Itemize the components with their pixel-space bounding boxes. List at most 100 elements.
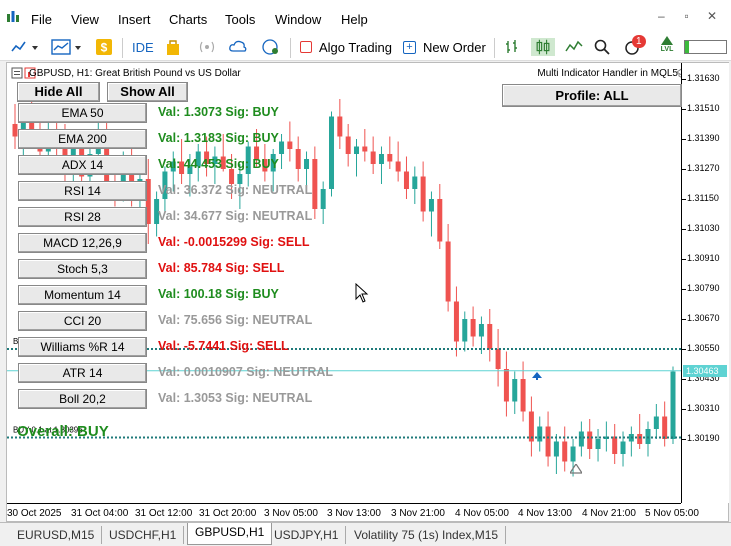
- chart-window[interactable]: BUY 0.1 at 1.30785BUY 0.1 at 1.30396 GBP…: [6, 62, 729, 522]
- candle-body: [578, 431, 584, 447]
- chart-tab[interactable]: EURUSD,M15: [10, 526, 103, 544]
- price-label: 1.30910: [687, 253, 720, 263]
- candle-body: [537, 426, 543, 442]
- candle-body: [487, 324, 493, 349]
- price-label: 1.31630: [687, 73, 720, 83]
- candle-body: [520, 379, 526, 412]
- price-label: 1.31270: [687, 163, 720, 173]
- candle-body: [420, 176, 426, 212]
- price-tick: [682, 379, 686, 380]
- line-chart-icon[interactable]: [565, 38, 583, 56]
- indicator-button[interactable]: Williams %R 14: [18, 337, 147, 357]
- menu-insert[interactable]: Insert: [118, 12, 151, 27]
- shopping-bag-icon[interactable]: [164, 38, 182, 56]
- toolbar: $ IDE Algo Trading + New Order 1 LVL: [0, 34, 731, 61]
- vps-globe-icon[interactable]: [261, 38, 281, 56]
- candle-body: [337, 116, 343, 137]
- new-order-button[interactable]: + New Order: [403, 38, 486, 56]
- signal-broadcast-icon[interactable]: [197, 38, 217, 56]
- menu-bar: File View Insert Charts Tools Window Hel…: [0, 0, 731, 34]
- price-tick: [682, 79, 686, 80]
- indicator-button[interactable]: EMA 50: [18, 103, 147, 123]
- menu-help[interactable]: Help: [341, 12, 368, 27]
- candle-body: [345, 136, 351, 154]
- menu-charts[interactable]: Charts: [169, 12, 207, 27]
- candle-body: [312, 159, 318, 209]
- indicator-button[interactable]: Boll 20,2: [18, 389, 147, 409]
- price-tick: [682, 439, 686, 440]
- ide-button[interactable]: IDE: [132, 38, 154, 56]
- price-label: 1.31030: [687, 223, 720, 233]
- price-label: 1.31510: [687, 103, 720, 113]
- price-tick: [682, 319, 686, 320]
- indicator-button[interactable]: ATR 14: [18, 363, 147, 383]
- candle-body: [403, 171, 409, 189]
- minimize-icon[interactable]: –: [650, 9, 672, 23]
- candle-body: [495, 349, 501, 369]
- indicator-button[interactable]: Stoch 5,3: [18, 259, 147, 279]
- menu-view[interactable]: View: [71, 12, 99, 27]
- restore-icon[interactable]: ▫: [676, 9, 698, 23]
- candle-body: [279, 141, 285, 154]
- candle-body: [362, 146, 368, 152]
- price-scale[interactable]: 1.31630 1.31510 1.31390 1.31270 1.31150 1.310…: [681, 63, 729, 503]
- candle-body: [353, 146, 359, 154]
- indicator-value: Val: 1.3053 Sig: NEUTRAL: [158, 391, 313, 405]
- price-tick: [682, 139, 686, 140]
- candle-body: [620, 441, 626, 454]
- svg-text:$: $: [101, 41, 108, 55]
- hide-all-button[interactable]: Hide All: [17, 82, 100, 102]
- close-icon[interactable]: ✕: [701, 9, 723, 23]
- candle-body: [653, 416, 659, 429]
- candle-body: [378, 154, 384, 164]
- menu-tools[interactable]: Tools: [225, 12, 255, 27]
- indicator-button[interactable]: EMA 200: [18, 129, 147, 149]
- menu-window[interactable]: Window: [275, 12, 321, 27]
- level-indicator[interactable]: LVL: [660, 36, 674, 58]
- indicator-button[interactable]: MACD 12,26,9: [18, 233, 147, 253]
- candle-body: [637, 434, 643, 444]
- expert-advisor-label: Multi Indicator Handler in MQL5: [537, 68, 678, 79]
- indicators-list-icon[interactable]: [50, 38, 84, 56]
- profile-button[interactable]: Profile: ALL: [502, 84, 682, 107]
- price-label: 1.31150: [687, 193, 719, 203]
- show-all-button[interactable]: Show All: [107, 82, 188, 102]
- candle-body: [329, 116, 335, 189]
- chart-tab[interactable]: USDJPY,H1: [267, 526, 347, 544]
- menu-file[interactable]: File: [31, 12, 52, 27]
- indicator-value: Val: 44.453 Sig: BUY: [158, 157, 279, 171]
- price-label: 1.30190: [687, 433, 720, 443]
- price-label: 1.31390: [687, 133, 720, 143]
- candle-body: [12, 124, 18, 137]
- market-coin-icon[interactable]: $: [95, 38, 113, 56]
- time-label: 4 Nov 13:00: [518, 508, 572, 519]
- bar-chart-icon[interactable]: [503, 38, 521, 56]
- indicator-value: Val: 1.3073 Sig: BUY: [158, 105, 279, 119]
- candle-body: [437, 199, 443, 242]
- indicator-button[interactable]: RSI 28: [18, 207, 147, 227]
- notifications-button[interactable]: 1: [623, 35, 646, 56]
- chart-line-type-icon[interactable]: [10, 38, 40, 56]
- level-progress-fill: [685, 41, 690, 53]
- indicator-value: Val: 34.677 Sig: NEUTRAL: [158, 209, 313, 223]
- level-label: LVL: [660, 46, 674, 53]
- mouse-cursor-icon: [355, 283, 369, 303]
- chart-tab[interactable]: Volatility 75 (1s) Index,M15: [347, 526, 507, 544]
- search-icon[interactable]: [593, 38, 611, 56]
- indicator-button[interactable]: Momentum 14: [18, 285, 147, 305]
- candlestick-chart-icon[interactable]: [531, 38, 555, 56]
- indicator-button[interactable]: CCI 20: [18, 311, 147, 331]
- indicator-button[interactable]: ADX 14: [18, 155, 147, 175]
- new-order-label: New Order: [423, 39, 486, 55]
- indicator-button[interactable]: RSI 14: [18, 181, 147, 201]
- candle-body: [570, 446, 576, 462]
- chart-tab[interactable]: GBPUSD,H1: [187, 523, 273, 545]
- cloud-icon[interactable]: [228, 38, 248, 56]
- price-tick: [682, 109, 686, 110]
- algo-trading-button[interactable]: Algo Trading: [300, 38, 392, 56]
- time-label: 31 Oct 20:00: [199, 508, 257, 519]
- price-label: 1.30670: [687, 313, 720, 323]
- time-label: 5 Nov 05:00: [645, 508, 699, 519]
- chart-tab[interactable]: USDCHF,H1: [102, 526, 185, 544]
- time-axis[interactable]: 30 Oct 2025 31 Oct 04:00 31 Oct 12:00 31 Oc…: [7, 503, 699, 522]
